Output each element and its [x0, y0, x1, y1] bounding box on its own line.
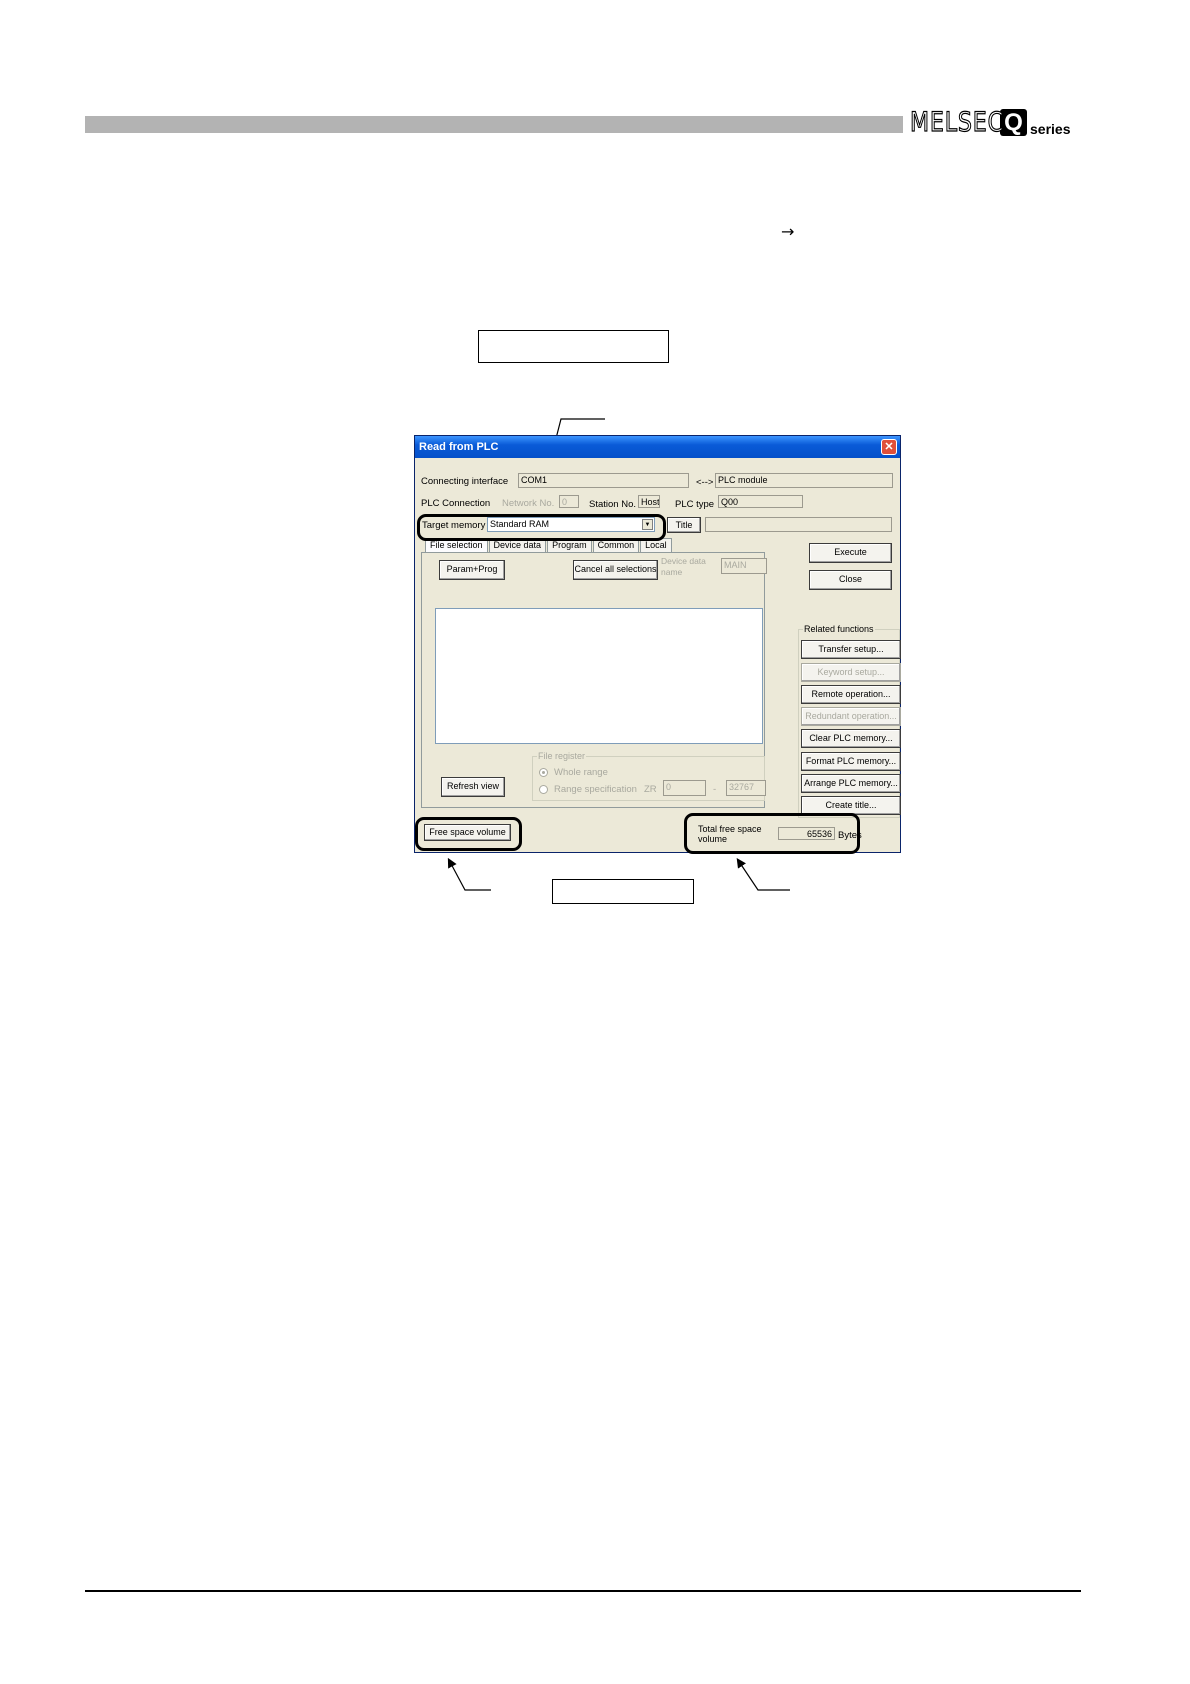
range-to-field: 32767 — [726, 780, 766, 796]
plc-type-field: Q00 — [718, 495, 803, 508]
read-from-plc-dialog: Read from PLC ✕ Connecting interface COM… — [414, 435, 901, 853]
free-space-volume-button[interactable]: Free space volume — [424, 824, 511, 841]
zr-label: ZR — [644, 784, 657, 795]
keyword-setup-button: Keyword setup... — [801, 663, 901, 682]
close-icon[interactable]: ✕ — [881, 439, 897, 455]
range-specification-label: Range specification — [554, 784, 637, 795]
target-memory-value: Standard RAM — [490, 519, 550, 529]
execute-button[interactable]: Execute — [809, 543, 892, 563]
related-functions-label: Related functions — [803, 624, 875, 634]
connection-target-field: PLC module — [715, 473, 893, 488]
target-memory-label: Target memory — [422, 520, 486, 531]
station-no-field: Host — [638, 495, 660, 508]
tab-device-data[interactable]: Device data — [488, 538, 547, 552]
cancel-all-selections-button[interactable]: Cancel all selections — [573, 560, 658, 580]
network-no-field: 0 — [559, 495, 579, 508]
total-free-space-field: 65536 — [778, 827, 835, 840]
tab-common[interactable]: Common — [592, 538, 640, 552]
file-register-group: File register Whole range Range specific… — [532, 751, 766, 801]
chevron-down-icon[interactable]: ▼ — [642, 519, 653, 530]
whole-range-label: Whole range — [554, 767, 608, 778]
plc-connection-label: PLC Connection — [421, 498, 491, 509]
device-data-name-label: Device data name — [661, 556, 706, 577]
connecting-interface-field: COM1 — [518, 473, 689, 488]
bytes-label: Bytes — [838, 830, 862, 841]
clear-plc-memory-button[interactable]: Clear PLC memory... — [801, 729, 901, 748]
range-specification-radio — [539, 785, 548, 794]
connection-arrow-label: <--> — [696, 477, 714, 488]
footer-rule — [85, 1590, 1081, 1592]
tab-local[interactable]: Local — [640, 538, 672, 552]
range-from-field: 0 — [663, 780, 706, 796]
dialog-title: Read from PLC — [419, 441, 499, 453]
target-memory-select[interactable]: Standard RAM ▼ — [487, 517, 655, 532]
device-data-name-field: MAIN — [721, 558, 767, 574]
remote-operation-button[interactable]: Remote operation... — [801, 685, 901, 704]
plc-type-label: PLC type — [675, 499, 715, 510]
title-field — [705, 517, 892, 532]
transfer-setup-button[interactable]: Transfer setup... — [801, 640, 901, 659]
whole-range-radio — [539, 768, 548, 777]
tab-file-selection[interactable]: File selection — [425, 538, 488, 552]
dialog-titlebar[interactable]: Read from PLC ✕ — [415, 436, 900, 458]
tab-program[interactable]: Program — [547, 538, 592, 552]
param-prog-button[interactable]: Param+Prog — [439, 560, 505, 580]
arrange-plc-memory-button[interactable]: Arrange PLC memory... — [801, 774, 901, 793]
tab-bar: File selection Device data Program Commo… — [425, 538, 673, 552]
total-free-space-label: Total free space volume — [698, 824, 762, 844]
title-button[interactable]: Title — [667, 517, 701, 533]
close-button[interactable]: Close — [809, 570, 892, 590]
file-register-label: File register — [537, 751, 587, 761]
create-title-button[interactable]: Create title... — [801, 796, 901, 815]
range-separator: - — [713, 784, 717, 795]
connecting-interface-label: Connecting interface — [421, 476, 509, 487]
format-plc-memory-button[interactable]: Format PLC memory... — [801, 752, 901, 771]
network-no-label: Network No. — [502, 498, 555, 509]
refresh-view-button[interactable]: Refresh view — [441, 777, 505, 797]
station-no-label: Station No. — [589, 499, 636, 510]
redundant-operation-button: Redundant operation... — [801, 707, 901, 726]
file-list[interactable] — [435, 608, 763, 744]
